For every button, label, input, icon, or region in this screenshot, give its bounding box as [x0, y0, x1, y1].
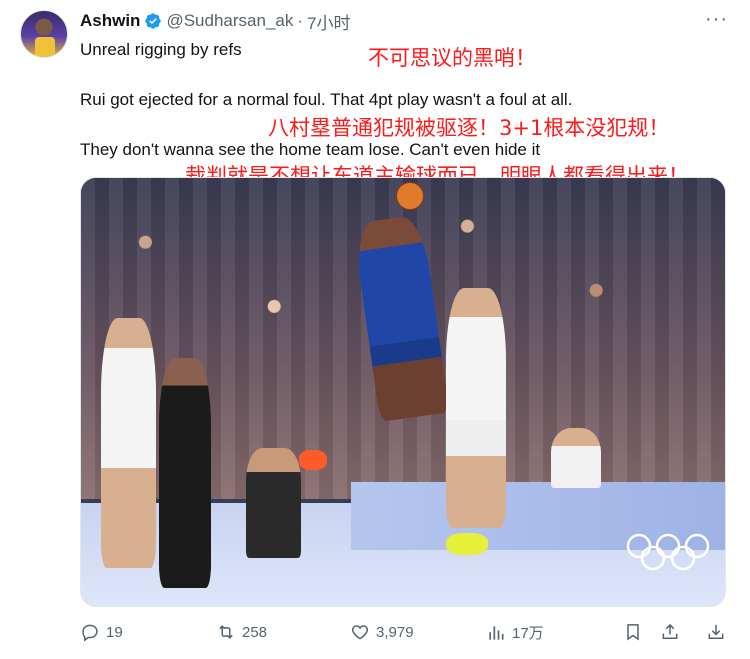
- like-count: 3,979: [376, 623, 414, 641]
- photo-courtside-official: [246, 448, 301, 558]
- tweet-text-line-2: Rui got ejected for a normal foul. That …: [80, 90, 573, 109]
- repost-count: 258: [242, 623, 268, 641]
- tweet-text-line-1: Unreal rigging by refs: [80, 40, 242, 59]
- views-count: 17万: [512, 625, 544, 642]
- bookmark-button[interactable]: [623, 622, 643, 642]
- olympic-rings-icon: [626, 533, 710, 571]
- photo-orange-shoes: [299, 450, 327, 470]
- views-button[interactable]: 17万: [486, 622, 544, 643]
- tweet-actions: 19 258 3,979 17万: [80, 622, 730, 646]
- photo-fan: [551, 428, 601, 488]
- tweet-photo[interactable]: [80, 177, 726, 607]
- annotation-line-1: 不可思议的黑哨！: [368, 46, 536, 70]
- reply-count: 19: [106, 623, 123, 641]
- repost-button[interactable]: 258: [216, 622, 267, 642]
- heart-icon: [351, 625, 369, 640]
- more-options-icon[interactable]: ···: [705, 8, 728, 31]
- bookmark-icon: [627, 624, 639, 641]
- photo-player-japan-defender: [446, 288, 506, 528]
- photo-referee: [159, 358, 211, 588]
- author-handle[interactable]: @Sudharsan_ak: [166, 11, 293, 31]
- like-button[interactable]: 3,979: [350, 622, 414, 642]
- author-avatar[interactable]: [20, 10, 68, 58]
- photo-yellow-shoes: [446, 533, 488, 555]
- tweet-header: Ashwin @Sudharsan_ak · 7小时: [80, 9, 351, 34]
- repost-icon: [219, 625, 233, 639]
- author-name[interactable]: Ashwin: [80, 11, 140, 31]
- download-button[interactable]: [706, 622, 726, 642]
- views-icon: [489, 625, 504, 640]
- photo-basketball: [396, 182, 424, 210]
- photo-player-japan-left: [101, 318, 156, 568]
- download-icon: [708, 624, 724, 639]
- separator-dot: ·: [297, 11, 304, 30]
- reply-button[interactable]: 19: [80, 622, 123, 642]
- post-time[interactable]: 7小时: [307, 9, 350, 34]
- tweet-text-line-3: They don't wanna see the home team lose.…: [80, 140, 541, 159]
- share-icon: [662, 623, 678, 639]
- verified-badge-icon: [145, 13, 162, 29]
- share-button[interactable]: [660, 622, 680, 642]
- reply-icon: [82, 624, 98, 642]
- annotation-line-2: 八村塁普通犯规被驱逐！3+1根本没犯规！: [268, 116, 670, 140]
